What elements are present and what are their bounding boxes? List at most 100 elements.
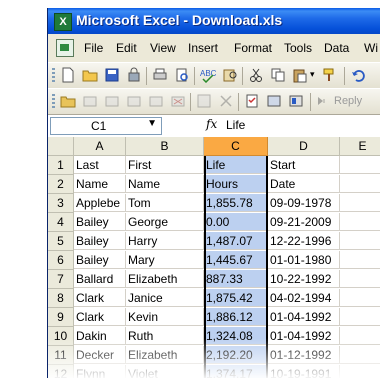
paste-icon[interactable] xyxy=(292,67,308,83)
cell-d[interactable]: 10-22-1992 xyxy=(268,270,340,288)
row-header[interactable]: 10 xyxy=(48,327,74,346)
cell-c[interactable]: 887.33 xyxy=(204,270,268,288)
cell-b[interactable]: First xyxy=(126,156,204,174)
cell-a[interactable]: Clark xyxy=(74,308,126,326)
menu-view[interactable]: View xyxy=(150,41,176,55)
cell-d[interactable]: Start xyxy=(268,156,340,174)
reject-icon[interactable] xyxy=(218,93,234,109)
reply-with-changes-icon[interactable] xyxy=(316,93,332,109)
column-header-e[interactable]: E xyxy=(340,137,380,156)
cell-c[interactable]: 2,192.20 xyxy=(204,346,268,364)
reply-with-changes-label[interactable]: Reply xyxy=(334,95,362,107)
cell-b[interactable]: George xyxy=(126,213,204,231)
menu-edit[interactable]: Edit xyxy=(116,41,137,55)
column-header-d[interactable]: D xyxy=(268,137,340,156)
cell-d[interactable]: 01-12-1992 xyxy=(268,346,340,364)
new-icon[interactable] xyxy=(60,67,76,83)
cell-c[interactable]: 1,374.17 xyxy=(204,365,268,378)
cell-c[interactable]: 1,886.12 xyxy=(204,308,268,326)
cell-e[interactable] xyxy=(340,232,380,250)
cell-c[interactable]: Life xyxy=(204,156,268,174)
paste-dropdown-icon[interactable]: ▾ xyxy=(310,69,315,80)
permission-icon[interactable] xyxy=(126,67,142,83)
attach-icon[interactable] xyxy=(126,93,142,109)
cell-d[interactable]: 01-04-1992 xyxy=(268,327,340,345)
cell-d[interactable]: 09-09-1978 xyxy=(268,194,340,212)
cell-a[interactable]: Last xyxy=(74,156,126,174)
cell-c[interactable]: 1,487.07 xyxy=(204,232,268,250)
cell-b[interactable]: Janice xyxy=(126,289,204,307)
cell-b[interactable]: Violet xyxy=(126,365,204,378)
review-pane-icon[interactable] xyxy=(288,93,304,109)
cell-e[interactable] xyxy=(340,251,380,269)
cell-e[interactable] xyxy=(340,365,380,378)
cell-b[interactable]: Elizabeth xyxy=(126,270,204,288)
cell-d[interactable]: 12-22-1996 xyxy=(268,232,340,250)
formula-input[interactable]: Life xyxy=(226,118,245,132)
cell-d[interactable]: 04-02-1994 xyxy=(268,289,340,307)
cell-d[interactable]: 01-04-1992 xyxy=(268,308,340,326)
row-header[interactable]: 9 xyxy=(48,308,74,327)
cell-c[interactable]: 1,855.78 xyxy=(204,194,268,212)
show-all-icon[interactable] xyxy=(266,93,282,109)
open-icon[interactable] xyxy=(82,67,98,83)
row-header[interactable]: 6 xyxy=(48,251,74,270)
cell-c[interactable]: Hours xyxy=(204,175,268,193)
column-header-b[interactable]: B xyxy=(126,137,204,156)
checklist-icon[interactable] xyxy=(244,93,260,109)
cell-d[interactable]: 09-21-2009 xyxy=(268,213,340,231)
cell-e[interactable] xyxy=(340,308,380,326)
cell-e[interactable] xyxy=(340,194,380,212)
row-header[interactable]: 1 xyxy=(48,156,74,175)
cell-c[interactable]: 0.00 xyxy=(204,213,268,231)
row-header[interactable]: 4 xyxy=(48,213,74,232)
cell-b[interactable]: Harry xyxy=(126,232,204,250)
delete-comment-icon[interactable] xyxy=(170,93,186,109)
cell-d[interactable]: Date xyxy=(268,175,340,193)
copy-icon[interactable] xyxy=(270,67,286,83)
workbook-icon[interactable] xyxy=(56,39,74,57)
title-bar[interactable]: X Microsoft Excel - Download.xls xyxy=(48,8,380,34)
undo-icon[interactable] xyxy=(350,67,366,83)
cell-d[interactable]: 01-01-1980 xyxy=(268,251,340,269)
column-header-c[interactable]: C xyxy=(204,137,268,156)
row-header[interactable]: 8 xyxy=(48,289,74,308)
spelling-icon[interactable]: ABC xyxy=(200,67,216,83)
column-header-a[interactable]: A xyxy=(74,137,126,156)
cell-b[interactable]: Ruth xyxy=(126,327,204,345)
cell-e[interactable] xyxy=(340,346,380,364)
cell-e[interactable] xyxy=(340,213,380,231)
track-icon[interactable] xyxy=(148,93,164,109)
send-icon[interactable] xyxy=(82,93,98,109)
cell-a[interactable]: Dakin xyxy=(74,327,126,345)
cell-d[interactable]: 10-19-1991 xyxy=(268,365,340,378)
format-painter-icon[interactable] xyxy=(322,67,338,83)
cell-a[interactable]: Clark xyxy=(74,289,126,307)
toolbar-grip[interactable] xyxy=(52,68,55,84)
select-all-corner[interactable] xyxy=(48,137,74,156)
cell-a[interactable]: Bailey xyxy=(74,251,126,269)
cut-icon[interactable] xyxy=(248,67,264,83)
print-preview-icon[interactable] xyxy=(174,67,190,83)
menu-window[interactable]: Wi xyxy=(364,41,378,55)
menu-data[interactable]: Data xyxy=(324,41,349,55)
cell-b[interactable]: Tom xyxy=(126,194,204,212)
cell-c[interactable]: 1,324.08 xyxy=(204,327,268,345)
accept-icon[interactable] xyxy=(196,93,212,109)
row-header[interactable]: 2 xyxy=(48,175,74,194)
row-header[interactable]: 11 xyxy=(48,346,74,365)
cell-a[interactable]: Name xyxy=(74,175,126,193)
cell-a[interactable]: Decker xyxy=(74,346,126,364)
name-box-dropdown-icon[interactable]: ▼ xyxy=(147,118,157,129)
toolbar-grip[interactable] xyxy=(52,94,55,110)
cell-b[interactable]: Elizabeth xyxy=(126,346,204,364)
row-header[interactable]: 5 xyxy=(48,232,74,251)
folder-icon[interactable] xyxy=(60,93,76,109)
excel-app-icon[interactable]: X xyxy=(54,13,72,31)
reply-icon[interactable] xyxy=(104,93,120,109)
row-header[interactable]: 7 xyxy=(48,270,74,289)
cell-c[interactable]: 1,875.42 xyxy=(204,289,268,307)
menu-insert[interactable]: Insert xyxy=(188,41,218,55)
cell-e[interactable] xyxy=(340,289,380,307)
cell-e[interactable] xyxy=(340,270,380,288)
